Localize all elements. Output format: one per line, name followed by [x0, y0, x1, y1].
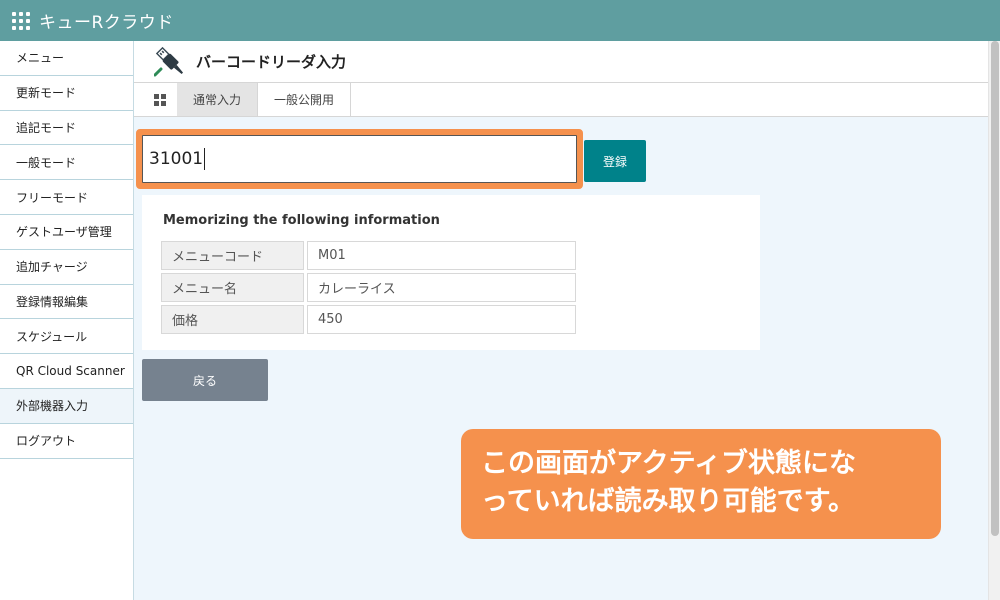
info-key: メニューコード: [161, 241, 304, 270]
sidebar-item-external-input[interactable]: 外部機器入力: [0, 388, 133, 424]
info-value: M01: [307, 241, 576, 270]
text-caret: [204, 148, 206, 170]
app-title: キューRクラウド: [39, 13, 174, 33]
sidebar-item-label: スケジュール: [16, 329, 88, 344]
sidebar-item-label: 登録情報編集: [16, 294, 89, 309]
info-key: メニュー名: [161, 273, 304, 302]
sidebar-item-label: ログアウト: [16, 434, 77, 449]
sidebar-item-label: メニュー: [16, 51, 65, 66]
callout-line-1: この画面がアクティブ状態にな: [481, 448, 857, 479]
tab-label: 一般公開用: [274, 93, 335, 107]
tab-bar: 通常入力 一般公開用: [134, 83, 988, 117]
sidebar-item-free-mode[interactable]: フリーモード: [0, 180, 133, 215]
sidebar-item-label: 外部機器入力: [16, 399, 89, 414]
top-bar: キューRクラウド: [0, 0, 1000, 41]
sidebar-item-general-mode[interactable]: 一般モード: [0, 145, 133, 181]
main-content: バーコードリーダ入力 通常入力 一般公開用 31001 登録 Memorizin…: [134, 41, 988, 600]
info-heading: Memorizing the following information: [163, 213, 440, 228]
table-row: 価格 450: [161, 305, 576, 334]
tab-public[interactable]: 一般公開用: [258, 83, 352, 116]
register-button[interactable]: 登録: [584, 140, 646, 182]
barcode-input[interactable]: 31001: [142, 135, 577, 183]
sidebar-item-update-mode[interactable]: 更新モード: [0, 76, 133, 111]
sidebar-item-label: フリーモード: [16, 190, 89, 205]
table-row: メニューコード M01: [161, 241, 576, 270]
grid-view-icon[interactable]: [142, 83, 177, 116]
sidebar-item-schedule[interactable]: スケジュール: [0, 319, 133, 355]
page-title: バーコードリーダ入力: [196, 53, 347, 71]
info-key: 価格: [161, 305, 304, 334]
sidebar-item-append-mode[interactable]: 追記モード: [0, 111, 133, 146]
sidebar: メニュー 更新モード 追記モード 一般モード フリーモード ゲストユーザ管理 追…: [0, 41, 134, 600]
barcode-value: 31001: [149, 149, 204, 169]
sidebar-item-label: 一般モード: [16, 155, 77, 170]
scrollbar-thumb[interactable]: [991, 41, 999, 536]
sidebar-item-label: 追加チャージ: [16, 260, 88, 275]
callout-annotation: この画面がアクティブ状態にな っていれば読み取り可能です。: [461, 429, 941, 539]
sidebar-item-logout[interactable]: ログアウト: [0, 424, 133, 459]
barcode-input-highlight: 31001: [136, 129, 583, 189]
info-value: 450: [307, 305, 576, 334]
sidebar-item-label: ゲストユーザ管理: [16, 225, 112, 240]
tab-normal-input[interactable]: 通常入力: [177, 83, 259, 116]
info-table: メニューコード M01 メニュー名 カレーライス 価格 450: [158, 238, 579, 337]
vertical-scrollbar[interactable]: [988, 41, 1000, 600]
usb-connector-icon: [154, 46, 184, 76]
info-panel: Memorizing the following information メニュ…: [142, 195, 760, 350]
page-header: バーコードリーダ入力: [134, 41, 988, 83]
callout-line-2: っていれば読み取り可能です。: [481, 485, 855, 517]
sidebar-item-edit-registration[interactable]: 登録情報編集: [0, 285, 133, 320]
sidebar-item-menu[interactable]: メニュー: [0, 41, 133, 76]
sidebar-item-label: 追記モード: [16, 120, 77, 135]
info-value: カレーライス: [307, 273, 576, 302]
sidebar-item-guest-users[interactable]: ゲストユーザ管理: [0, 215, 133, 250]
table-row: メニュー名 カレーライス: [161, 273, 576, 302]
tab-label: 通常入力: [193, 93, 242, 107]
sidebar-item-add-charge[interactable]: 追加チャージ: [0, 250, 133, 285]
apps-grid-icon[interactable]: [12, 11, 30, 30]
sidebar-item-label: 更新モード: [16, 86, 77, 101]
back-button[interactable]: 戻る: [142, 359, 268, 401]
sidebar-item-label: QR Cloud Scanner: [16, 364, 125, 379]
sidebar-item-qr-cloud-scanner[interactable]: QR Cloud Scanner: [0, 354, 133, 389]
